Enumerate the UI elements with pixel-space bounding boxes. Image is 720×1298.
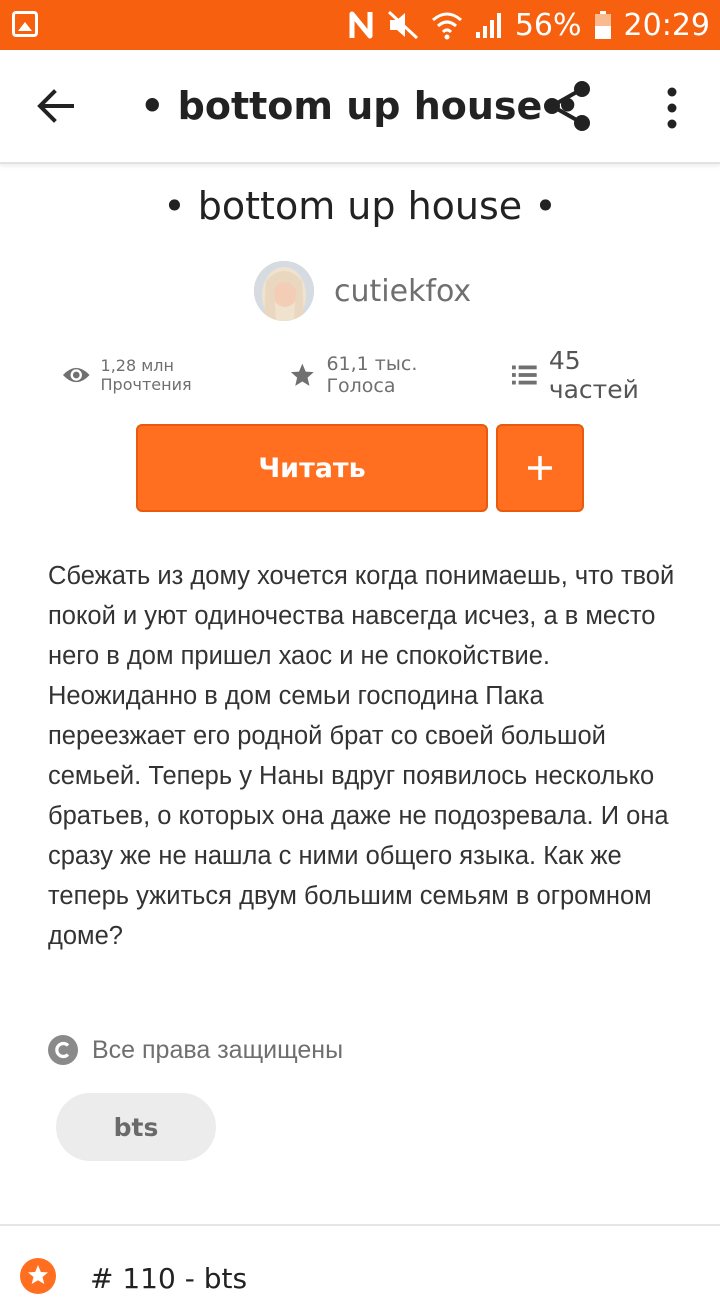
plus-icon [528, 456, 552, 480]
copyright-icon [48, 1035, 78, 1065]
reads-stat: 1,28 млн Прочтения [62, 356, 262, 394]
app-bar-title: • bottom up house • [140, 84, 580, 128]
copyright-text: Все права защищены [92, 1035, 344, 1064]
share-icon[interactable] [542, 80, 594, 132]
wifi-icon [431, 12, 462, 40]
add-to-library-button[interactable] [496, 424, 584, 512]
description-paragraph: Сбежать из дому хочется когда понимаешь,… [48, 562, 675, 670]
gallery-icon [12, 11, 38, 37]
back-arrow-icon[interactable] [36, 86, 76, 126]
ranking-star-icon [20, 1258, 56, 1294]
reads-count: 1,28 млн Прочтения [100, 356, 192, 394]
clock: 20:29 [623, 7, 710, 43]
read-button[interactable]: Читать [136, 424, 488, 512]
tag-chip[interactable]: bts [56, 1093, 216, 1161]
status-right: 56% 20:29 [349, 0, 710, 50]
signal-icon [475, 13, 501, 38]
description-paragraph: Неожиданно в дом семьи господина Пака пе… [48, 682, 669, 950]
mute-icon [387, 10, 418, 40]
parts-stat[interactable]: 45 частей [512, 346, 672, 404]
status-bar: 56% 20:29 [0, 0, 720, 50]
author-name[interactable]: cutiekfox [334, 274, 471, 309]
more-vert-icon[interactable] [658, 86, 686, 130]
avatar-image [254, 261, 314, 321]
ranking-text[interactable]: # 110 - bts [90, 1262, 247, 1295]
eye-icon [62, 367, 90, 383]
story-description: Сбежать из дому хочется когда понимаешь,… [48, 556, 678, 956]
votes-count: 61,1 тыс. Голоса [326, 353, 418, 397]
votes-stat: 61,1 тыс. Голоса [290, 353, 484, 397]
divider [0, 1224, 720, 1226]
copyright-row: Все права защищены [48, 1032, 343, 1068]
ranking-row[interactable]: # 110 - bts [20, 1258, 700, 1298]
battery-icon [594, 11, 611, 39]
list-icon [512, 365, 537, 385]
author-row[interactable]: cutiekfox [254, 261, 471, 321]
nfc-icon [349, 11, 373, 39]
battery-percent: 56% [514, 7, 582, 43]
star-icon [290, 363, 314, 386]
story-stats: 1,28 млн Прочтения 61,1 тыс. Голоса 45 ч… [62, 346, 672, 404]
avatar[interactable] [254, 261, 314, 321]
app-bar: • bottom up house • [0, 50, 720, 164]
parts-count[interactable]: 45 частей [549, 346, 672, 404]
story-title: • bottom up house • [163, 184, 557, 228]
